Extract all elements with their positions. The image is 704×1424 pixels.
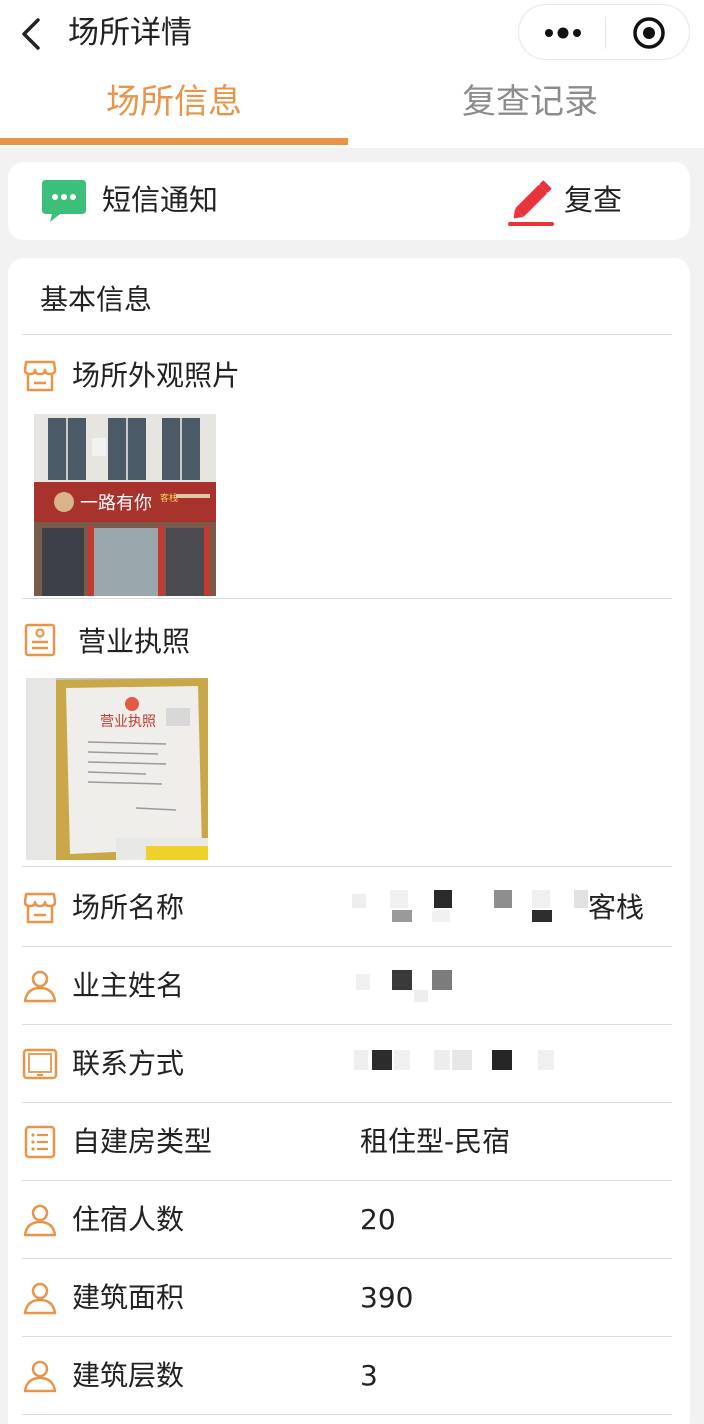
field-label-venue-name: 场所名称 [72,891,185,924]
exterior-photo[interactable]: 一路有你 客栈 [34,414,216,596]
page-title: 场所详情 [68,15,192,51]
divider [22,946,672,947]
tab-venue-info[interactable]: 场所信息 [0,76,348,136]
list-icon [24,1125,56,1159]
section-title: 基本信息 [40,283,153,316]
sms-icon[interactable] [40,178,88,224]
tab-recheck-records[interactable]: 复查记录 [356,76,704,136]
sign-side-text: 客栈 [160,492,178,504]
divider [22,1414,672,1415]
recheck-button[interactable]: 复查 [564,178,622,222]
sign-text: 一路有你 [80,493,152,514]
sms-notify-button[interactable]: 短信通知 [102,178,218,222]
license-doc-title: 营业执照 [100,714,156,730]
close-miniprogram-icon[interactable] [629,13,669,53]
divider [22,1024,672,1025]
field-value-building-type: 租住型-民宿 [360,1125,511,1158]
divider [22,334,672,335]
divider [22,598,672,599]
divider [22,1180,672,1181]
divider [22,1102,672,1103]
redacted-mosaic [352,888,592,928]
divider [22,866,672,867]
exterior-photo-label: 场所外观照片 [72,359,241,392]
field-label-floors: 建筑层数 [72,1359,185,1392]
store-icon [23,892,57,924]
action-card: 短信通知 复查 [8,162,690,240]
field-value-floors: 3 [360,1359,378,1392]
license-icon [24,623,56,657]
field-value-venue-name: 客栈 [588,891,645,924]
basic-info-card: 基本信息 场所外观照片 一路有你 客栈 营业执照 营业执照 场所名称 客栈 业主… [8,258,690,1424]
tablet-icon [22,1048,58,1080]
miniprogram-capsule [518,4,690,60]
field-label-occupants: 住宿人数 [72,1203,185,1236]
license-label: 营业执照 [78,625,191,658]
field-label-floor-area: 建筑面积 [72,1281,185,1314]
redacted-mosaic [352,1044,572,1084]
nav-bar: 场所详情 [0,0,704,68]
field-value-occupants: 20 [360,1203,396,1236]
more-icon[interactable] [533,15,593,51]
divider [22,1336,672,1337]
divider [22,1258,672,1259]
capsule-divider [605,17,606,49]
active-tab-indicator [0,138,348,145]
field-value-floor-area: 390 [360,1281,414,1314]
person-icon [23,1360,57,1393]
person-icon [23,970,57,1003]
store-icon [23,360,57,392]
field-label-owner-name: 业主姓名 [72,969,185,1002]
back-arrow-icon[interactable] [14,12,54,56]
edit-icon[interactable] [506,176,558,228]
tab-bar: 场所信息 复查记录 [0,68,704,148]
license-photo[interactable]: 营业执照 [26,678,208,860]
field-label-contact: 联系方式 [72,1047,185,1080]
person-icon [23,1204,57,1237]
field-label-building-type: 自建房类型 [72,1125,213,1158]
redacted-mosaic [352,966,472,1006]
person-icon [23,1282,57,1315]
